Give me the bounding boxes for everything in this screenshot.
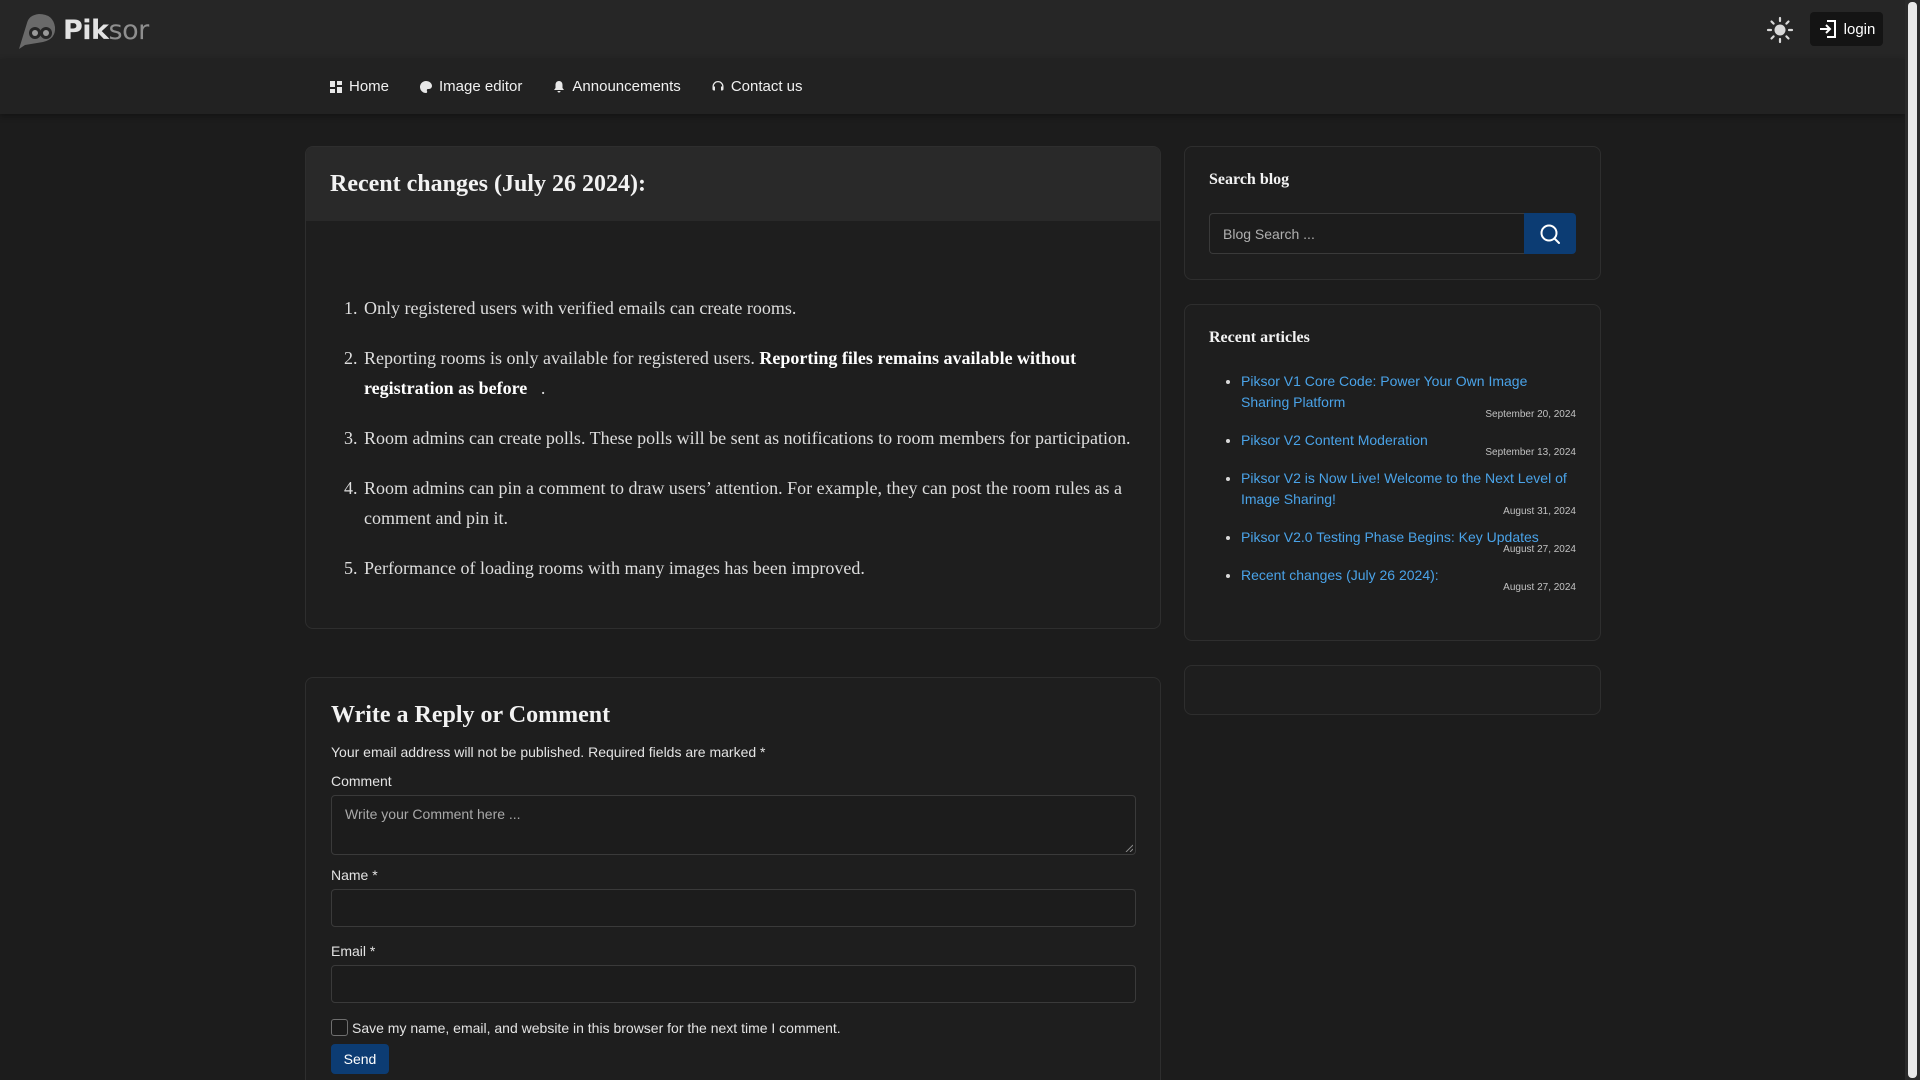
recent-articles-list: Piksor V1 Core Code: Power Your Own Imag… <box>1241 371 1576 593</box>
list-item: Recent changes (July 26 2024): August 27… <box>1241 565 1576 593</box>
login-button[interactable]: login <box>1810 12 1883 46</box>
article-title: Recent changes (July 26 2024): <box>330 170 646 197</box>
name-field[interactable] <box>331 889 1136 927</box>
comment-textarea[interactable]: Write your Comment here ... <box>331 795 1136 855</box>
list-item: Room admins can pin a comment to draw us… <box>362 473 1136 533</box>
changes-list: Only registered users with verified emai… <box>362 293 1136 583</box>
blog-search-input[interactable]: Blog Search ... <box>1209 213 1524 254</box>
logo[interactable]: Piksor <box>13 9 149 51</box>
email-label: Email * <box>331 943 376 959</box>
nav-item-contact-us[interactable]: Contact us <box>712 78 803 95</box>
login-icon <box>1819 20 1836 38</box>
nav-item-image-editor[interactable]: Image editor <box>420 78 522 95</box>
search-row: Blog Search ... <box>1209 213 1576 254</box>
save-info-checkbox[interactable] <box>331 1019 348 1036</box>
required-notice: Your email address will not be published… <box>331 744 766 760</box>
dashboard-icon <box>330 80 342 93</box>
article-card: Recent changes (July 26 2024): Only regi… <box>305 146 1161 629</box>
list-item: Piksor V2.0 Testing Phase Begins: Key Up… <box>1241 527 1576 555</box>
email-field[interactable] <box>331 965 1136 1003</box>
headset-icon <box>712 80 724 90</box>
comment-form-title: Write a Reply or Comment <box>331 702 611 728</box>
list-item: Piksor V1 Core Code: Power Your Own Imag… <box>1241 371 1576 420</box>
nav-menu: Home Image editor Announcements Contact … <box>330 59 834 114</box>
save-info-row: Save my name, email, and website in this… <box>331 1019 1135 1036</box>
main-navbar: Home Image editor Announcements Contact … <box>0 59 1905 114</box>
scrollbar-thumb[interactable] <box>1908 2 1917 1078</box>
list-item: Only registered users with verified emai… <box>362 293 1136 323</box>
send-button[interactable]: Send <box>331 1044 389 1074</box>
recent-articles-title: Recent articles <box>1209 329 1310 346</box>
palette-icon <box>420 80 433 93</box>
nav-item-announcements[interactable]: Announcements <box>553 78 681 95</box>
list-item: Piksor V2 Content Moderation September 1… <box>1241 430 1576 458</box>
login-label: login <box>1843 20 1876 38</box>
list-item: Piksor V2 is Now Live! Welcome to the Ne… <box>1241 468 1576 517</box>
comment-placeholder: Write your Comment here ... <box>345 806 521 822</box>
page-scrollbar[interactable] <box>1905 0 1920 1080</box>
name-label: Name * <box>331 867 378 883</box>
resize-handle-icon[interactable] <box>1125 844 1133 852</box>
article-link[interactable]: Piksor V1 Core Code: Power Your Own Imag… <box>1241 371 1577 413</box>
nav-item-label: Home <box>349 78 390 95</box>
theme-toggle-button[interactable] <box>1766 16 1794 44</box>
top-bar: Piksor login <box>0 0 1905 59</box>
comment-label: Comment <box>331 773 392 789</box>
recent-articles-card: Recent articles Piksor V1 Core Code: Pow… <box>1184 304 1601 641</box>
search-button[interactable] <box>1524 213 1576 254</box>
nav-item-label: Image editor <box>439 78 523 95</box>
logo-text: Piksor <box>63 14 149 46</box>
logo-icon <box>13 9 61 51</box>
sidebar-empty-card <box>1184 665 1601 715</box>
save-info-label[interactable]: Save my name, email, and website in this… <box>352 1020 841 1036</box>
nav-item-home[interactable]: Home <box>330 78 389 95</box>
article-link[interactable]: Piksor V2 is Now Live! Welcome to the Ne… <box>1241 468 1577 510</box>
bell-icon <box>554 80 565 92</box>
list-item: Reporting rooms is only available for re… <box>362 343 1136 403</box>
comment-form-card: Write a Reply or Comment Your email addr… <box>305 677 1161 1080</box>
article-header: Recent changes (July 26 2024): <box>306 147 1160 221</box>
nav-item-label: Contact us <box>730 78 803 95</box>
nav-item-label: Announcements <box>572 78 681 95</box>
search-placeholder: Blog Search ... <box>1223 225 1315 242</box>
search-card: Search blog Blog Search ... <box>1184 146 1601 280</box>
sun-icon <box>1766 16 1794 44</box>
list-item: Room admins can create polls. These poll… <box>362 423 1136 453</box>
search-title: Search blog <box>1209 171 1290 188</box>
search-icon <box>1540 224 1560 244</box>
list-item: Performance of loading rooms with many i… <box>362 553 1136 583</box>
